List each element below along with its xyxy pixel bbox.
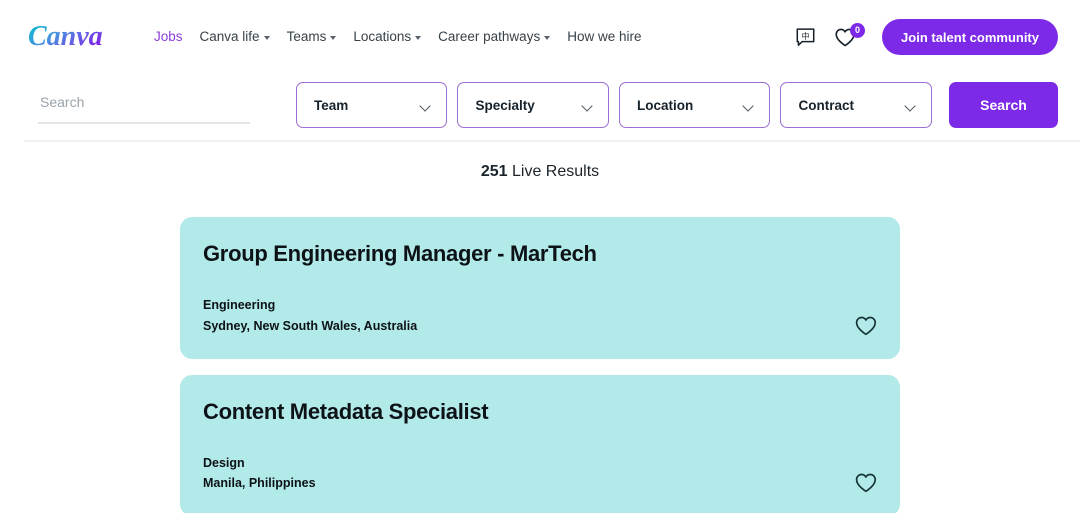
filter-dropdown-specialty[interactable]: Specialty (457, 82, 608, 128)
job-title: Group Engineering Manager - MarTech (203, 241, 872, 266)
nav-item-jobs[interactable]: Jobs (154, 30, 183, 44)
filter-label: Specialty (475, 98, 534, 113)
nav-item-how-we-hire[interactable]: How we hire (567, 30, 641, 44)
main-navigation: Jobs Canva life Teams Locations Career p… (154, 30, 641, 44)
chevron-down-icon (544, 36, 550, 40)
results-count-number: 251 (481, 163, 508, 180)
job-team: Engineering (203, 295, 872, 316)
save-job-button[interactable] (854, 472, 878, 496)
search-underline (38, 122, 250, 124)
heart-icon (854, 472, 878, 494)
filter-label: Team (314, 98, 348, 113)
search-field-wrapper (38, 84, 250, 126)
chevron-down-icon (420, 102, 431, 109)
job-card[interactable]: Group Engineering Manager - MarTech Engi… (180, 217, 900, 359)
job-team: Design (203, 453, 872, 474)
canva-logo[interactable]: Canva (28, 18, 132, 56)
nav-item-teams[interactable]: Teams (287, 30, 337, 44)
language-icon: 中 (795, 27, 816, 48)
page-root: Canva Jobs Canva life Teams Locations Ca… (0, 0, 1080, 513)
results-count-label: Live Results (508, 163, 600, 180)
chevron-down-icon (415, 36, 421, 40)
job-results-list: Group Engineering Manager - MarTech Engi… (0, 217, 1080, 513)
search-submit-button[interactable]: Search (949, 82, 1058, 128)
search-input[interactable] (38, 94, 250, 116)
svg-text:Canva: Canva (28, 21, 103, 52)
filter-dropdown-team[interactable]: Team (296, 82, 447, 128)
save-job-button[interactable] (854, 315, 878, 339)
nav-label: Teams (287, 30, 327, 44)
language-glyph: 中 (802, 31, 810, 41)
job-meta: Design Manila, Philippines (203, 453, 872, 494)
job-location: Manila, Philippines (203, 473, 872, 494)
header-actions: 中 0 Join talent community (795, 19, 1058, 55)
heart-icon (854, 315, 878, 337)
nav-label: Jobs (154, 30, 183, 44)
job-card[interactable]: Content Metadata Specialist Design Manil… (180, 375, 900, 513)
nav-label: Locations (353, 30, 411, 44)
nav-label: Canva life (200, 30, 260, 44)
chevron-down-icon (743, 102, 754, 109)
nav-item-career-pathways[interactable]: Career pathways (438, 30, 550, 44)
nav-item-locations[interactable]: Locations (353, 30, 421, 44)
filter-dropdown-contract[interactable]: Contract (780, 82, 931, 128)
nav-label: How we hire (567, 30, 641, 44)
filter-label: Location (637, 98, 693, 113)
results-count: 251 Live Results (0, 142, 1080, 181)
join-talent-community-button[interactable]: Join talent community (882, 19, 1058, 55)
canva-logo-icon: Canva (28, 18, 132, 56)
chevron-down-icon (582, 102, 593, 109)
nav-item-canva-life[interactable]: Canva life (200, 30, 270, 44)
saved-jobs-button[interactable]: 0 (834, 24, 864, 50)
chevron-down-icon (905, 102, 916, 109)
chevron-down-icon (330, 36, 336, 40)
language-selector-button[interactable]: 中 (795, 27, 816, 48)
filter-dropdown-location[interactable]: Location (619, 82, 770, 128)
job-search-filter-bar: Team Specialty Location Contract Search (0, 74, 1080, 136)
saved-jobs-badge: 0 (850, 23, 865, 38)
site-header: Canva Jobs Canva life Teams Locations Ca… (0, 0, 1080, 74)
job-location: Sydney, New South Wales, Australia (203, 316, 872, 337)
job-title: Content Metadata Specialist (203, 399, 872, 424)
chevron-down-icon (264, 36, 270, 40)
filter-label: Contract (798, 98, 854, 113)
nav-label: Career pathways (438, 30, 540, 44)
job-meta: Engineering Sydney, New South Wales, Aus… (203, 295, 872, 336)
